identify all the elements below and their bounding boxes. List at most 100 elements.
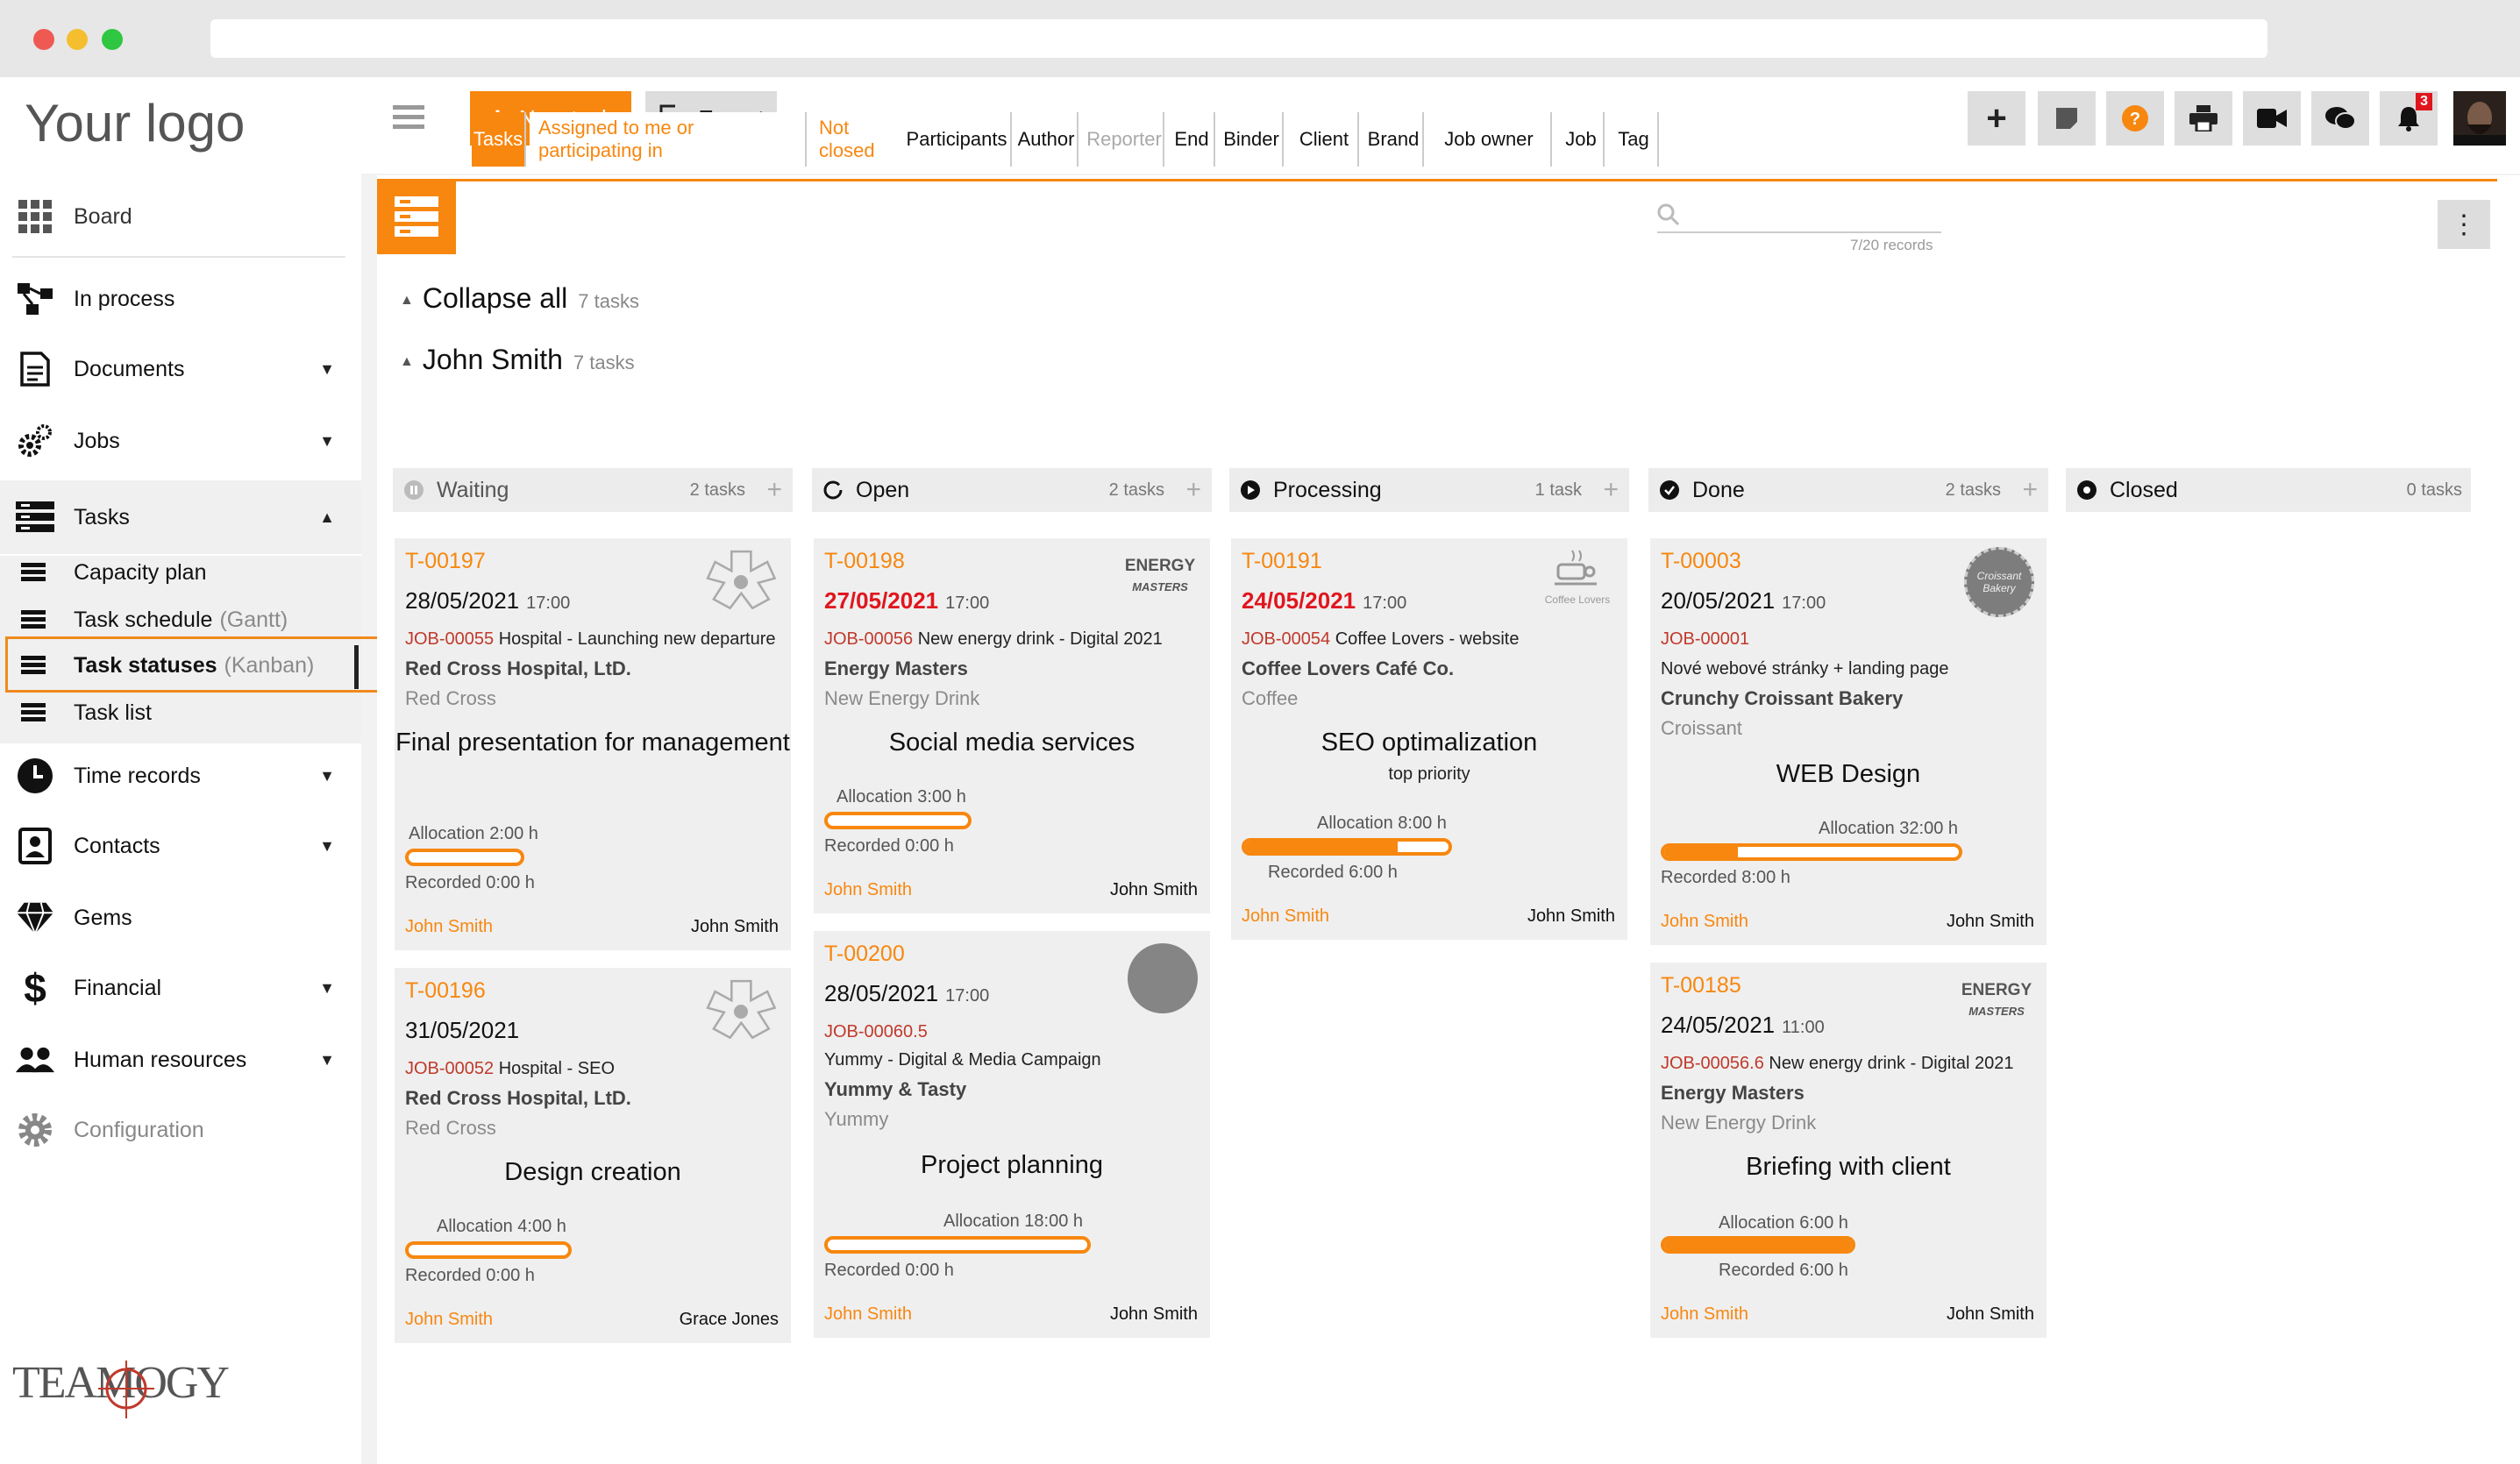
filter-chip[interactable]: Tag xyxy=(1610,112,1659,167)
sidebar-item-financial[interactable]: $ Financial ▼ xyxy=(0,957,361,1019)
due-time: 17:00 xyxy=(945,986,990,1006)
sidebar-item-gems[interactable]: Gems xyxy=(0,887,361,949)
task-id[interactable]: T-00191 xyxy=(1242,549,1322,574)
triangle-up-icon: ▲ xyxy=(400,292,414,308)
client-name: Yummy & Tasty xyxy=(824,1078,967,1100)
job-number[interactable]: JOB-00055 xyxy=(405,629,494,649)
responsible-person[interactable]: John Smith xyxy=(1242,906,1329,927)
add-card-icon[interactable]: + xyxy=(2022,475,2038,505)
allocation-text: Allocation 8:00 h xyxy=(1317,814,1447,833)
brand-name: Red Cross xyxy=(405,1117,496,1139)
user-avatar[interactable] xyxy=(2453,91,2506,146)
sidebar-item-in-process[interactable]: In process xyxy=(0,268,361,330)
filter-chip[interactable]: Author xyxy=(1015,112,1078,167)
recorded-text: Recorded 8:00 h xyxy=(1661,868,1790,887)
task-id[interactable]: T-00198 xyxy=(824,549,905,574)
window-minimize-dot[interactable] xyxy=(67,29,88,50)
sidebar-item-time-records[interactable]: Time records ▼ xyxy=(0,745,361,807)
print-button[interactable] xyxy=(2175,91,2232,146)
filter-chip[interactable]: Binder xyxy=(1221,112,1284,167)
responsible-person[interactable]: John Smith xyxy=(405,917,493,937)
sidebar-item-task-schedule[interactable]: Task schedule (Gantt) xyxy=(0,598,361,642)
play-status-icon xyxy=(1241,480,1260,500)
job-number[interactable]: JOB-00056 xyxy=(824,629,913,649)
job-number[interactable]: JOB-00054 xyxy=(1242,629,1330,649)
chevron-down-icon: ▼ xyxy=(319,766,335,785)
video-call-button[interactable] xyxy=(2243,91,2301,146)
add-card-icon[interactable]: + xyxy=(1185,475,1201,505)
task-card[interactable]: T-00198 ENERGY MASTERS 27/05/2021 17:00 J… xyxy=(814,538,1210,913)
task-id[interactable]: T-00200 xyxy=(824,942,905,967)
sidebar-item-configuration[interactable]: Configuration xyxy=(0,1099,361,1161)
add-card-icon[interactable]: + xyxy=(1603,475,1619,505)
job-number[interactable]: JOB-00052 xyxy=(405,1059,494,1078)
filter-chip[interactable]: Not closed xyxy=(810,112,907,167)
responsible-person[interactable]: John Smith xyxy=(824,880,912,900)
task-card[interactable]: T-00003 Croissant Bakery 20/05/2021 17:00… xyxy=(1650,538,2047,945)
job-text: New energy drink - Digital 2021 xyxy=(917,629,1163,649)
sidebar-item-human-resources[interactable]: Human resources ▼ xyxy=(0,1029,361,1091)
responsible-person[interactable]: John Smith xyxy=(1661,1304,1748,1325)
help-button[interactable]: ? xyxy=(2106,91,2164,146)
progress-bar xyxy=(1661,1236,1855,1254)
add-card-icon[interactable]: + xyxy=(766,475,782,505)
filter-chip[interactable]: Reporter xyxy=(1086,112,1164,167)
job-text: Hospital - SEO xyxy=(498,1059,615,1078)
notifications-button[interactable]: 3 xyxy=(2380,91,2438,146)
job-line: JOB-00060.5 xyxy=(824,1022,1201,1042)
add-button[interactable]: + xyxy=(1968,91,2025,146)
filter-chip[interactable]: Participants xyxy=(903,112,1012,167)
task-owner: John Smith xyxy=(1109,880,1198,899)
hamburger-menu-icon[interactable] xyxy=(393,105,424,130)
note-button[interactable] xyxy=(2038,91,2096,146)
coffee-lovers-logo: Coffee Lovers xyxy=(1540,547,1615,622)
job-number[interactable]: JOB-00001 xyxy=(1661,629,1749,649)
task-id[interactable]: T-00003 xyxy=(1661,549,1741,574)
responsible-person[interactable]: John Smith xyxy=(1661,912,1748,932)
sidebar-item-task-list[interactable]: Task list xyxy=(0,691,361,735)
filter-chip[interactable]: Assigned to me or participating in xyxy=(530,112,807,167)
chat-button[interactable] xyxy=(2311,91,2369,146)
window-close-dot[interactable] xyxy=(33,29,54,50)
more-options-button[interactable]: ⋮ xyxy=(2438,200,2490,249)
job-number[interactable]: JOB-00060.5 xyxy=(824,1022,928,1041)
filter-chip[interactable]: Job xyxy=(1559,112,1605,167)
filter-chip[interactable]: Client xyxy=(1291,112,1359,167)
sidebar-item-capacity-plan[interactable]: Capacity plan xyxy=(0,551,361,594)
filter-toggle[interactable] xyxy=(377,179,456,254)
allocation-text: Allocation 32:00 h xyxy=(1819,819,1959,838)
sidebar-divider xyxy=(12,256,345,258)
collapse-all-toggle[interactable]: ▲ Collapse all 7 tasks xyxy=(400,282,639,315)
address-bar[interactable] xyxy=(210,19,2267,58)
task-id[interactable]: T-00185 xyxy=(1661,973,1741,999)
task-card[interactable]: T-00197 28/05/2021 17:00 JOB-00055 Hospit… xyxy=(395,538,791,950)
group-header-john-smith[interactable]: ▲ John Smith 7 tasks xyxy=(400,344,635,376)
task-card[interactable]: T-00196 31/05/2021 JOB-00052 Hospital - … xyxy=(395,968,791,1343)
filter-chip[interactable]: Tasks xyxy=(472,112,526,167)
responsible-person[interactable]: John Smith xyxy=(824,1304,912,1325)
task-card[interactable]: T-00200 28/05/2021 17:00 JOB-00060.5 Yumm… xyxy=(814,931,1210,1338)
task-card[interactable]: T-00191 Coffee Lovers 24/05/2021 17:00 JO… xyxy=(1231,538,1627,940)
sidebar-item-documents[interactable]: Documents ▼ xyxy=(0,338,361,400)
kanban-highlight-box xyxy=(5,636,391,693)
filter-chip[interactable]: End xyxy=(1170,112,1215,167)
sidebar-item-contacts[interactable]: Contacts ▼ xyxy=(0,815,361,877)
task-id[interactable]: T-00196 xyxy=(405,978,486,1004)
filter-chip[interactable]: Job owner xyxy=(1427,112,1552,167)
task-owner: John Smith xyxy=(1109,1304,1198,1324)
task-card[interactable]: T-00185 ENERGY MASTERS 24/05/2021 11:00 J… xyxy=(1650,963,2047,1338)
window-maximize-dot[interactable] xyxy=(102,29,123,50)
responsible-person[interactable]: John Smith xyxy=(405,1310,493,1330)
task-id[interactable]: T-00197 xyxy=(405,549,486,574)
sidebar-item-jobs[interactable]: Jobs ▼ xyxy=(0,410,361,472)
logo-line-1: ENERGY xyxy=(1124,557,1196,575)
column-closed: Closed 0 tasks xyxy=(2066,468,2471,512)
job-number[interactable]: JOB-00056.6 xyxy=(1661,1054,1764,1073)
sidebar-item-suffix: (Gantt) xyxy=(219,607,288,632)
app: Your logo Board In process Documents ▼ J… xyxy=(0,77,2520,1464)
column-processing: Processing 1 task + xyxy=(1229,468,1629,512)
filter-chip[interactable]: Brand xyxy=(1364,112,1424,167)
sidebar-item-tasks[interactable]: Tasks ▲ xyxy=(0,480,361,554)
search-input[interactable] xyxy=(1657,231,1941,233)
sidebar-item-board[interactable]: Board xyxy=(0,186,361,247)
